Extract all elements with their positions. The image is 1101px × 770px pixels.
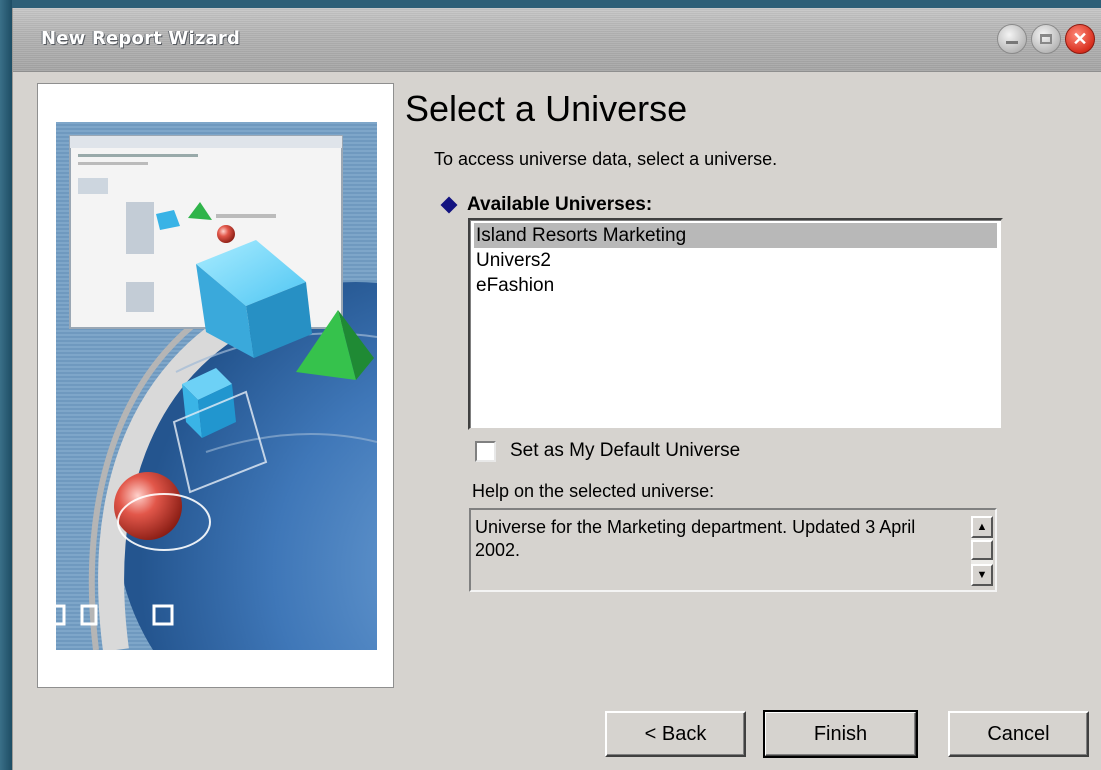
back-button[interactable]: < Back xyxy=(605,711,746,757)
wizard-window: New Report Wizard ✕ Select a Universe To… xyxy=(12,8,1101,770)
scroll-thumb[interactable] xyxy=(971,540,993,560)
universe-list-item[interactable]: Island Resorts Marketing xyxy=(474,223,997,248)
available-universes-text: Available Universes: xyxy=(467,194,653,215)
default-universe-label[interactable]: Set as My Default Universe xyxy=(510,440,740,462)
minimize-button[interactable] xyxy=(997,24,1027,54)
close-button[interactable]: ✕ xyxy=(1065,24,1095,54)
illustration-graphic xyxy=(56,135,377,650)
scroll-down-icon: ▼ xyxy=(976,569,988,581)
page-description: To access universe data, select a univer… xyxy=(434,149,778,169)
universe-list-item[interactable]: Univers2 xyxy=(474,248,997,273)
default-universe-option[interactable]: Set as My Default Universe xyxy=(475,440,740,462)
page-title: Select a Universe xyxy=(405,88,688,129)
cancel-button[interactable]: Cancel xyxy=(948,711,1089,757)
wizard-illustration xyxy=(56,122,377,650)
wizard-illustration-frame xyxy=(37,83,394,688)
desktop-background xyxy=(0,0,12,770)
available-universes-label: Available Universes: xyxy=(439,194,652,216)
universe-list-item[interactable]: eFashion xyxy=(474,273,997,298)
help-scrollbar[interactable]: ▲ ▼ xyxy=(971,516,993,586)
finish-button[interactable]: Finish xyxy=(763,710,918,758)
help-text: Universe for the Marketing department. U… xyxy=(475,517,916,560)
diamond-bullet-icon xyxy=(440,196,458,214)
scroll-up-icon: ▲ xyxy=(976,521,988,533)
window-title: New Report Wizard xyxy=(41,28,241,49)
help-textbox[interactable]: Universe for the Marketing department. U… xyxy=(469,508,997,592)
help-label: Help on the selected universe: xyxy=(472,481,715,501)
close-icon: ✕ xyxy=(1072,28,1088,49)
default-universe-checkbox[interactable] xyxy=(475,440,496,462)
maximize-button[interactable] xyxy=(1031,24,1061,54)
maximize-icon xyxy=(1040,34,1052,44)
universe-listbox[interactable]: Island Resorts Marketing Univers2 eFashi… xyxy=(468,218,1003,430)
title-bar[interactable]: New Report Wizard ✕ xyxy=(13,8,1101,72)
scroll-up-button[interactable]: ▲ xyxy=(971,516,993,538)
minimize-icon xyxy=(1006,40,1018,44)
scroll-down-button[interactable]: ▼ xyxy=(971,564,993,586)
